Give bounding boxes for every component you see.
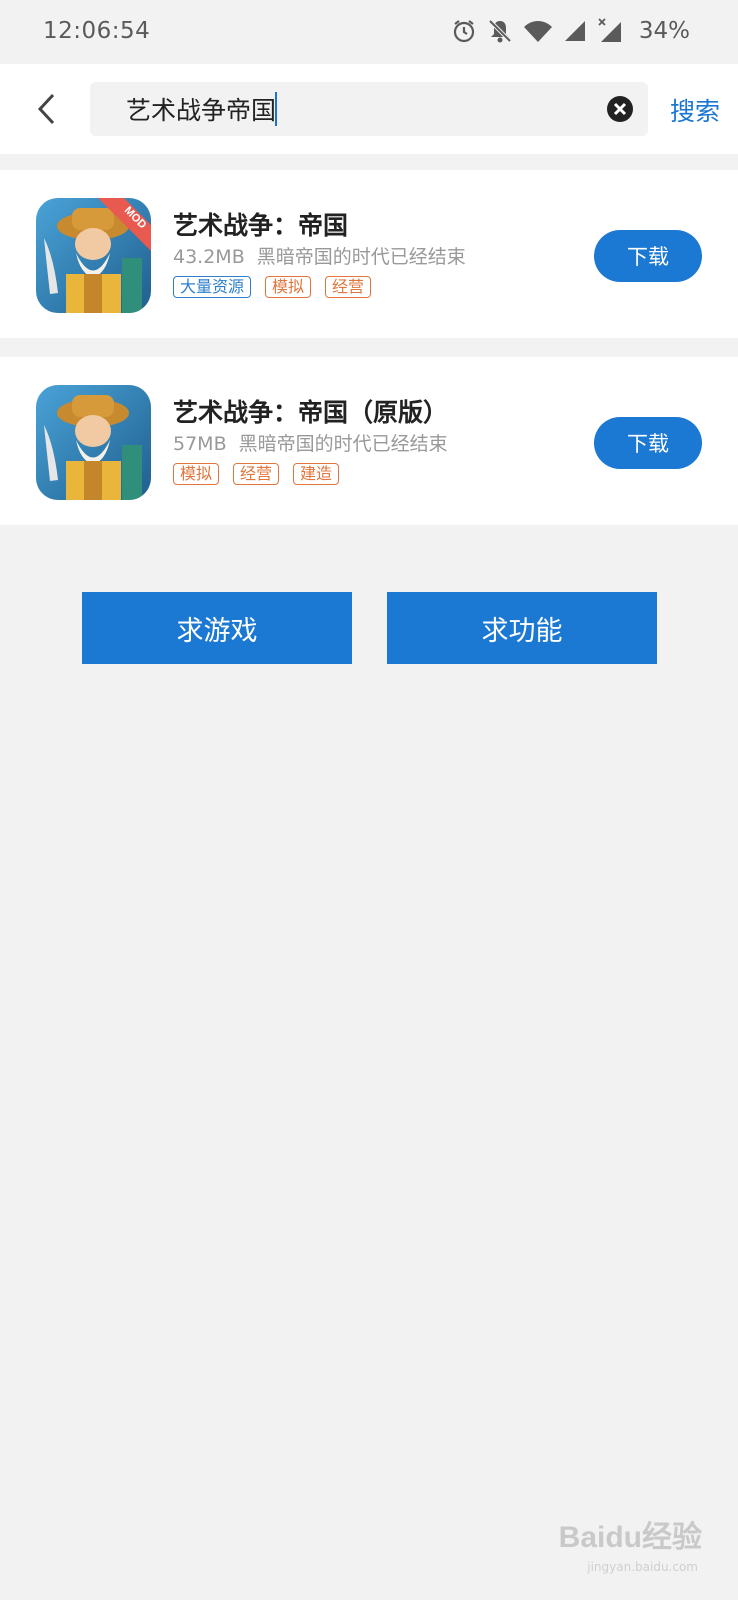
notifications-off-icon bbox=[488, 19, 512, 43]
signal-icon bbox=[564, 21, 585, 41]
tag-list: 大量资源 模拟 经营 bbox=[173, 276, 372, 298]
status-icons: 34% bbox=[451, 18, 690, 44]
status-time: 12:06:54 bbox=[43, 18, 151, 44]
battery-level: 34% bbox=[638, 18, 690, 44]
download-button[interactable]: 下载 bbox=[594, 417, 702, 469]
clear-icon[interactable] bbox=[606, 95, 634, 123]
back-button[interactable] bbox=[26, 84, 66, 134]
download-button[interactable]: 下载 bbox=[594, 230, 702, 282]
search-input[interactable] bbox=[126, 91, 586, 127]
signal-no-data-icon bbox=[598, 18, 621, 42]
alarm-icon bbox=[453, 20, 474, 43]
game-character-icon bbox=[36, 385, 151, 500]
app-title[interactable]: 艺术战争：帝国（原版） bbox=[173, 393, 448, 429]
app-description: 黑暗帝国的时代已经结束 bbox=[256, 246, 466, 268]
search-button[interactable]: 搜索 bbox=[670, 92, 720, 128]
chevron-left-icon bbox=[37, 93, 55, 125]
request-game-button[interactable]: 求游戏 bbox=[82, 592, 352, 664]
tag-list: 模拟 经营 建造 bbox=[173, 463, 340, 485]
tag: 模拟 bbox=[265, 276, 312, 298]
app-size: 57MB bbox=[173, 433, 227, 455]
app-size: 43.2MB bbox=[173, 246, 245, 268]
request-feature-button[interactable]: 求功能 bbox=[387, 592, 657, 664]
tag: 建造 bbox=[293, 463, 340, 485]
result-card[interactable]: 艺术战争：帝国（原版） 57MB 黑暗帝国的时代已经结束 模拟 经营 建造 下载 bbox=[0, 357, 738, 525]
app-description: 黑暗帝国的时代已经结束 bbox=[238, 433, 448, 455]
text-cursor bbox=[275, 92, 277, 126]
app-icon[interactable]: MOD bbox=[36, 198, 151, 313]
search-header: 搜索 bbox=[0, 64, 738, 154]
tag: 经营 bbox=[233, 463, 280, 485]
tag: 大量资源 bbox=[173, 276, 252, 298]
watermark-url: jingyan.baidu.com bbox=[587, 1560, 698, 1574]
result-card[interactable]: MOD 艺术战争：帝国 43.2MB 黑暗帝国的时代已经结束 大量资源 模拟 经营… bbox=[0, 170, 738, 338]
app-title[interactable]: 艺术战争：帝国 bbox=[173, 206, 348, 242]
app-meta: 43.2MB 黑暗帝国的时代已经结束 bbox=[173, 242, 466, 269]
mod-badge: MOD bbox=[98, 198, 151, 251]
status-bar: 12:06:54 34% bbox=[0, 0, 738, 64]
app-meta: 57MB 黑暗帝国的时代已经结束 bbox=[173, 429, 448, 456]
search-box bbox=[90, 82, 648, 136]
wifi-icon bbox=[523, 21, 552, 42]
tag: 经营 bbox=[325, 276, 372, 298]
tag: 模拟 bbox=[173, 463, 220, 485]
watermark-logo: Baidu经验 bbox=[558, 1521, 702, 1554]
app-icon[interactable] bbox=[36, 385, 151, 500]
